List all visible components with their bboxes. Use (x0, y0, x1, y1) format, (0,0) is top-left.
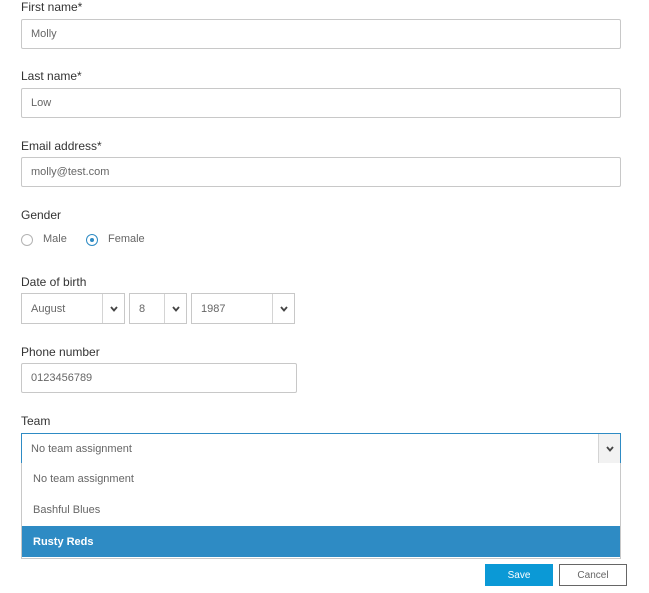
dob-year-value: 1987 (201, 302, 226, 315)
dob-month-value: August (31, 302, 66, 315)
team-label: Team (21, 414, 51, 428)
team-dropdown-list: No team assignment Bashful Blues Rusty R… (21, 463, 621, 559)
gender-female-label[interactable]: Female (108, 233, 145, 245)
dob-day-value: 8 (139, 302, 146, 315)
dob-label: Date of birth (21, 275, 87, 289)
chevron-down-icon[interactable] (102, 294, 124, 323)
first-name-label: First name* (21, 0, 83, 14)
team-select[interactable]: No team assignment (21, 433, 621, 464)
phone-field[interactable]: 0123456789 (21, 363, 297, 393)
team-selected-value: No team assignment (31, 442, 132, 455)
first-name-field[interactable]: Molly (21, 19, 621, 49)
chevron-down-icon[interactable] (164, 294, 186, 323)
save-button[interactable]: Save (485, 564, 553, 586)
gender-male-label[interactable]: Male (43, 233, 67, 245)
phone-label: Phone number (21, 345, 100, 359)
chevron-down-icon[interactable] (598, 434, 620, 463)
gender-label: Gender (21, 208, 62, 222)
radio-selected-dot (90, 238, 94, 242)
dob-month-select[interactable]: August (21, 293, 125, 324)
dob-year-select[interactable]: 1987 (191, 293, 295, 324)
team-option[interactable]: Bashful Blues (22, 494, 620, 525)
last-name-field[interactable]: Low (21, 88, 621, 118)
email-label: Email address* (21, 139, 102, 153)
chevron-down-icon[interactable] (272, 294, 294, 323)
last-name-label: Last name* (21, 69, 82, 83)
cancel-button[interactable]: Cancel (559, 564, 627, 586)
gender-male-radio[interactable] (21, 234, 33, 246)
team-option[interactable]: No team assignment (22, 463, 620, 494)
dob-day-select[interactable]: 8 (129, 293, 187, 324)
team-option-highlighted[interactable]: Rusty Reds (22, 526, 620, 557)
email-field[interactable]: molly@test.com (21, 157, 621, 187)
gender-female-radio[interactable] (86, 234, 98, 246)
